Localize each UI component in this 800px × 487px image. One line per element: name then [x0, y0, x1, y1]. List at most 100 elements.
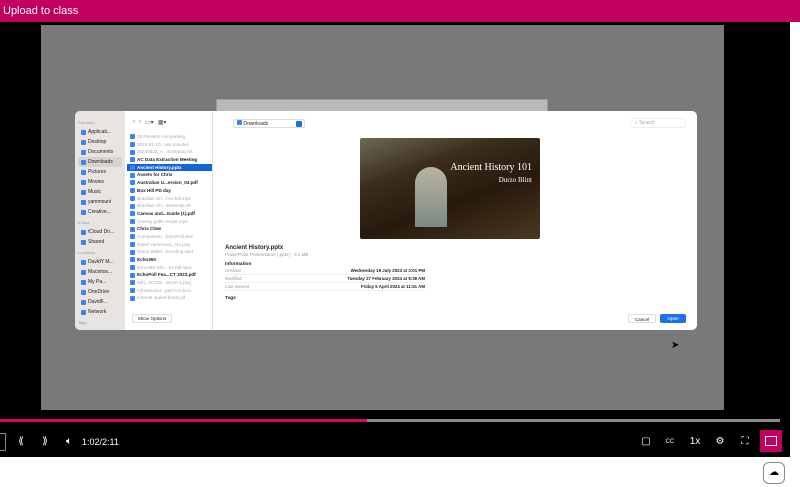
fast-forward-icon[interactable]: ⟫ — [37, 433, 53, 451]
file-row[interactable]: Comparison...EchoPoll.xlsx — [127, 233, 212, 241]
slide-thumbnail: Ancient History 101 Durzo Blint — [360, 138, 540, 239]
file-icon — [130, 172, 135, 178]
file-info: Ancient History.pptx PowerPoint Presenta… — [225, 245, 425, 301]
file-row[interactable]: IMG_0CC64...9C6A-1.png — [127, 279, 212, 287]
file-row[interactable]: Box Hill PD day — [127, 187, 212, 195]
folder-icon — [81, 309, 86, 315]
info-key: Last opened — [225, 284, 250, 289]
location-dropdown[interactable]: Downloads — [233, 119, 305, 128]
file-icon — [130, 265, 135, 271]
file-row[interactable]: Australian U...ersion_03.pdf — [127, 179, 212, 187]
cloud-upload-button[interactable]: ☁ — [763, 462, 785, 484]
file-row[interactable]: 20240822_A...Summary.txt — [127, 148, 212, 156]
progress-bar[interactable] — [0, 419, 780, 422]
sidebar-item[interactable]: Downloads — [78, 157, 122, 167]
file-icon — [130, 234, 135, 240]
file-icon — [130, 188, 135, 194]
tags-heading: Tags — [225, 296, 236, 301]
captions-button[interactable]: CC — [663, 433, 677, 451]
group-icon[interactable]: ▦▾ — [158, 119, 167, 126]
file-row[interactable]: EchoPoll Fea...CT 2023.pdf — [127, 271, 212, 279]
info-row: Last opened Friday 5 April 2024 at 11:51 … — [225, 283, 425, 291]
file-row[interactable]: Echo360 Gla...-s1-full.mp4 — [127, 264, 212, 272]
volume-icon[interactable]: 🔈︎ — [62, 433, 76, 451]
fullscreen-icon[interactable]: ⛶ — [738, 433, 752, 451]
cancel-button[interactable]: Cancel — [628, 314, 656, 323]
search-input[interactable]: ⌕ Search — [630, 118, 686, 128]
file-row[interactable]: Internet speed boost.gif — [127, 294, 212, 302]
file-icon — [130, 272, 135, 278]
file-name: Echo360 Gla...-s1-full.mp4 — [137, 264, 192, 270]
folder-icon — [81, 129, 86, 135]
finder-sidebar: Favorites Applicati... Desktop Documents Dow… — [75, 111, 125, 330]
sidebar-item-label: Network — [88, 309, 107, 315]
sidebar-item[interactable]: Macintos... — [78, 267, 122, 277]
file-row[interactable]: Canvas and...Guide (1).pdf — [127, 210, 212, 218]
file-icon — [130, 249, 135, 255]
file-name: Ancient History.pptx — [225, 245, 284, 251]
file-row[interactable]: Cheesy puffs recipe.mp4 — [127, 218, 212, 226]
sidebar-item-label: DavidF... — [88, 299, 108, 305]
sidebar-item[interactable]: DavidY M... — [78, 257, 122, 267]
sidebar-item[interactable]: Desktop — [78, 137, 122, 147]
sidebar-item[interactable]: OneDrive — [78, 287, 122, 297]
file-row[interactable]: Brazilian Ch...transcript.vtt — [127, 202, 212, 210]
info-key: Created — [225, 268, 241, 273]
sidebar-item-label: Music — [88, 189, 102, 195]
settings-icon[interactable]: ⚙ — [713, 433, 727, 451]
sidebar-item[interactable]: My Pa... — [78, 277, 122, 287]
file-row[interactable]: Ancient History.pptx — [127, 163, 212, 172]
sidebar-item[interactable]: Applicati... — [78, 127, 122, 137]
sidebar-item[interactable]: Network — [78, 307, 122, 317]
time-display: 1:02/2:11 — [82, 437, 119, 447]
transcript-icon[interactable]: ▢ — [639, 433, 653, 451]
file-row[interactable]: Infrastructur...part-V4.docx — [127, 287, 212, 295]
file-name: Comparison...EchoPoll.xlsx — [137, 233, 193, 239]
speed-button[interactable]: 1x — [688, 433, 702, 451]
view-icon[interactable]: ▭▾ — [145, 119, 154, 126]
search-icon: ⌕ — [635, 120, 638, 126]
file-row[interactable]: Chris Clow — [127, 225, 212, 233]
sidebar-item[interactable]: Documents — [78, 147, 122, 157]
file-row[interactable]: 28 Pervers! Are parking — [127, 133, 212, 141]
mouse-cursor-icon: ➤ — [671, 340, 680, 351]
file-row[interactable]: Brazilian Ch...f-s1-full.mp4 — [127, 195, 212, 203]
folder-icon — [81, 269, 86, 275]
file-row[interactable]: Demo Walkt...ecording.mp4 — [127, 248, 212, 256]
sidebar-item[interactable]: Movies — [78, 177, 122, 187]
file-row[interactable]: David Yammouni_Arc.png — [127, 241, 212, 249]
forward-icon[interactable]: › — [139, 119, 141, 125]
sidebar-item-label: yammouni — [88, 199, 112, 205]
side-panel-button[interactable] — [760, 430, 782, 452]
folder-icon — [81, 149, 86, 155]
file-row[interactable]: 2024-01-10...uss minutes — [127, 141, 212, 149]
folder-icon — [81, 289, 86, 295]
folder-icon — [81, 199, 86, 205]
rewind-icon[interactable]: ⟪ — [13, 433, 29, 451]
back-icon[interactable]: ‹ — [133, 119, 135, 125]
sidebar-item-label: Desktop — [88, 139, 107, 145]
play-button[interactable] — [0, 433, 6, 451]
sidebar-item[interactable]: Shared — [78, 237, 122, 247]
file-row[interactable]: Assets for Chris — [127, 171, 212, 179]
sidebar-item[interactable]: Music — [78, 187, 122, 197]
open-button[interactable]: Open — [660, 314, 686, 323]
file-row[interactable]: Echo360 — [127, 256, 212, 264]
sidebar-item[interactable]: Pictures — [78, 167, 122, 177]
sidebar-section-label: iCloud — [78, 220, 90, 225]
sidebar-item[interactable]: Creative... — [78, 207, 122, 217]
file-open-dialog: Favorites Applicati... Desktop Documents Dow… — [75, 111, 697, 330]
file-name: Assets for Chris — [137, 172, 173, 178]
folder-icon — [81, 209, 86, 215]
file-name: Brazilian Ch...f-s1-full.mp4 — [137, 195, 191, 201]
file-name: Brazilian Ch...transcript.vtt — [137, 203, 191, 209]
file-icon — [130, 211, 135, 217]
sidebar-item[interactable]: iCloud Dri... — [78, 227, 122, 237]
sidebar-item[interactable]: yammouni — [78, 197, 122, 207]
file-row[interactable]: AC Data Extraction Meeting — [127, 156, 212, 164]
slide-author: Durzo Blint — [498, 176, 532, 184]
video-player[interactable]: Favorites Applicati... Desktop Documents Dow… — [0, 22, 790, 457]
sidebar-item[interactable]: DavidF... — [78, 297, 122, 307]
file-name: Demo Walkt...ecording.mp4 — [137, 249, 194, 255]
show-options-button[interactable]: Show Options — [132, 314, 172, 323]
